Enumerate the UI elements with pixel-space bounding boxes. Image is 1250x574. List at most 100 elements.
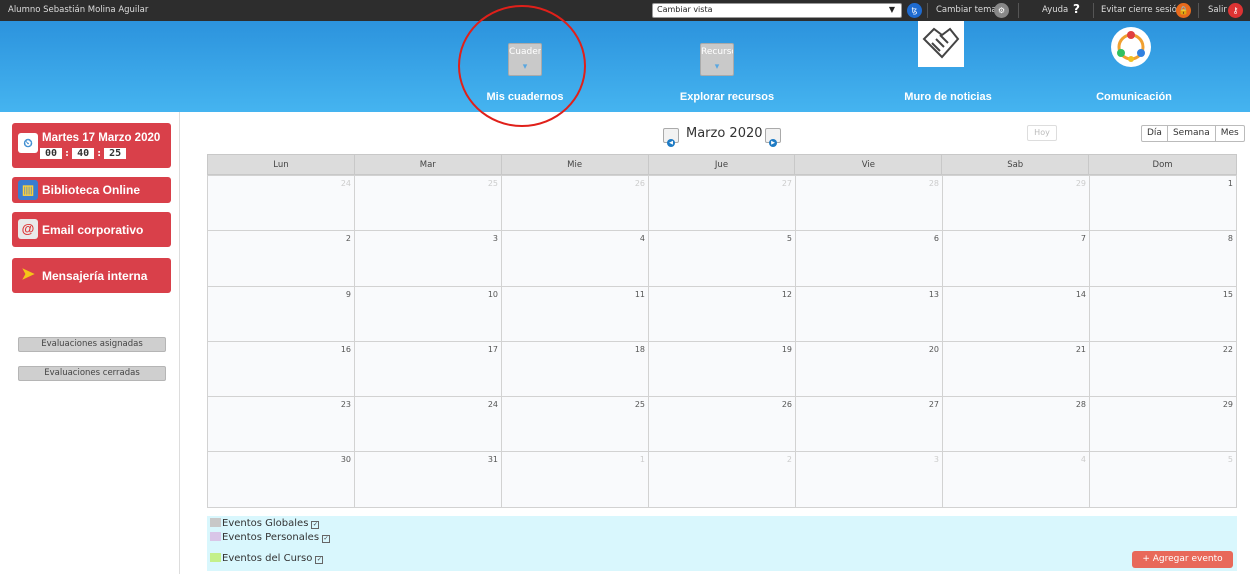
calendar-day-cell[interactable]: 17 [355,340,502,397]
arrow-right-icon: ▶ [769,139,777,147]
help-link[interactable]: Ayuda [1042,5,1068,15]
divider [927,3,928,18]
legend-personal-events[interactable]: Eventos Personales ✓ [210,532,331,543]
clock-hours: 00 [40,148,63,159]
legend-course-events[interactable]: Eventos del Curso ✓ [210,553,324,564]
calendar-day-cell[interactable]: 26 [502,175,649,231]
weekday-label: Sab [942,155,1090,175]
current-date: Martes 17 Marzo 2020 [42,132,161,144]
calendar-day-cell[interactable]: 25 [355,175,502,231]
day-number: 20 [928,344,939,354]
change-view-select[interactable]: Cambiar vista ▼ [652,3,902,18]
add-event-button[interactable]: + Agregar evento [1132,551,1233,568]
calendar-day-cell[interactable]: 6 [796,230,943,286]
calendar-day-cell[interactable]: 9 [208,285,355,341]
view-week-button[interactable]: Semana [1168,126,1216,141]
calendar-day-cell[interactable]: 4 [502,230,649,286]
avoid-logout-link[interactable]: Evitar cierre sesión [1101,5,1182,15]
closed-evaluations-button[interactable]: Evaluaciones cerradas [18,366,166,381]
calendar-day-cell[interactable]: 24 [355,396,502,452]
day-number: 26 [781,400,792,410]
day-number: 28 [928,179,939,188]
day-number: 31 [487,455,498,465]
calendar-day-cell[interactable]: 12 [649,285,796,341]
resource-button[interactable]: Recurso ▾ [700,43,734,76]
calendar-day-cell[interactable]: 29 [1090,396,1237,452]
calendar-day-cell[interactable]: 28 [796,175,943,231]
day-number: 25 [634,400,645,410]
key-icon[interactable]: ⚷ [1228,3,1243,18]
lock-icon[interactable]: 🔒 [1176,3,1191,18]
legend-global-events[interactable]: Eventos Globales ✓ [210,518,320,529]
calendar-day-cell[interactable]: 31 [355,451,502,507]
calendar-day-cell[interactable]: 22 [1090,340,1237,397]
legend-swatch [210,532,221,541]
checkbox-checked-icon[interactable]: ✓ [315,556,324,564]
day-number: 6 [933,234,939,244]
calendar-day-cell[interactable]: 2 [649,451,796,507]
email-icon: @ [18,219,38,239]
corporate-email-button[interactable]: @ Email corporativo [12,212,171,247]
calendar-day-cell[interactable]: 4 [943,451,1090,507]
calendar-day-cell[interactable]: 19 [649,340,796,397]
prev-month-button[interactable]: ◀ [663,128,679,147]
calendar-day-cell[interactable]: 27 [649,175,796,231]
legend-swatch [210,518,221,527]
checkbox-checked-icon[interactable]: ✓ [322,535,331,543]
annotation-circle [458,5,586,127]
internal-messaging-button[interactable]: ➤ Mensajería interna [12,258,171,293]
assigned-evaluations-button[interactable]: Evaluaciones asignadas [18,337,166,352]
calendar-day-cell[interactable]: 18 [502,340,649,397]
calendar-day-cell[interactable]: 13 [796,285,943,341]
gear-icon[interactable]: ⚙ [994,3,1009,18]
books-icon: ▥ [18,180,38,200]
calendar-day-cell[interactable]: 21 [943,340,1090,397]
calendar-day-cell[interactable]: 15 [1090,285,1237,341]
change-theme-link[interactable]: Cambiar tema [936,5,997,15]
view-day-button[interactable]: Día [1142,126,1168,141]
nav-item-resources[interactable]: Recurso ▾ Explorar recursos [667,21,787,112]
calendar-day-cell[interactable]: 5 [649,230,796,286]
sidebar: ⏲ Martes 17 Marzo 2020 00:40:25 ▥ Biblio… [0,112,180,574]
calendar-day-cell[interactable]: 11 [502,285,649,341]
legend-label: Eventos Personales [222,532,320,543]
day-number: 2 [786,455,792,465]
calendar-day-cell[interactable]: 8 [1090,230,1237,286]
users-icon[interactable]: ꜩ [907,3,922,18]
calendar-day-cell[interactable]: 28 [943,396,1090,452]
calendar-day-cell[interactable]: 23 [208,396,355,452]
online-library-button[interactable]: ▥ Biblioteca Online [12,177,171,203]
today-button[interactable]: Hoy [1027,125,1057,141]
calendar-day-cell[interactable]: 3 [355,230,502,286]
calendar-day-cell[interactable]: 16 [208,340,355,397]
calendar-day-cell[interactable]: 2 [208,230,355,286]
calendar-day-cell[interactable]: 14 [943,285,1090,341]
divider [1018,3,1019,18]
calendar-day-cell[interactable]: 30 [208,451,355,507]
day-number: 3 [492,234,498,244]
calendar-day-cell[interactable]: 25 [502,396,649,452]
weekday-header: Lun Mar Mie Jue Vie Sab Dom [207,154,1237,175]
calendar-day-cell[interactable]: 10 [355,285,502,341]
view-month-button[interactable]: Mes [1216,126,1244,141]
nav-label: Comunicación [1096,91,1172,103]
calendar-day-cell[interactable]: 29 [943,175,1090,231]
next-month-button[interactable]: ▶ [765,128,781,147]
question-icon[interactable]: ? [1073,2,1080,16]
calendar-day-cell[interactable]: 5 [1090,451,1237,507]
checkbox-checked-icon[interactable]: ✓ [311,521,320,529]
weekday-label: Jue [649,155,796,175]
calendar-day-cell[interactable]: 1 [502,451,649,507]
day-number: 2 [345,234,351,244]
nav-item-news-wall[interactable]: Muro de noticias [888,21,1008,112]
calendar-day-cell[interactable]: 27 [796,396,943,452]
nav-item-communication[interactable]: Comunicación [1074,21,1194,112]
calendar-day-cell[interactable]: 7 [943,230,1090,286]
calendar-day-cell[interactable]: 1 [1090,175,1237,231]
calendar-day-cell[interactable]: 24 [208,175,355,231]
day-number: 11 [634,289,645,299]
exit-link[interactable]: Salir [1208,5,1227,15]
calendar-day-cell[interactable]: 20 [796,340,943,397]
calendar-day-cell[interactable]: 3 [796,451,943,507]
calendar-day-cell[interactable]: 26 [649,396,796,452]
